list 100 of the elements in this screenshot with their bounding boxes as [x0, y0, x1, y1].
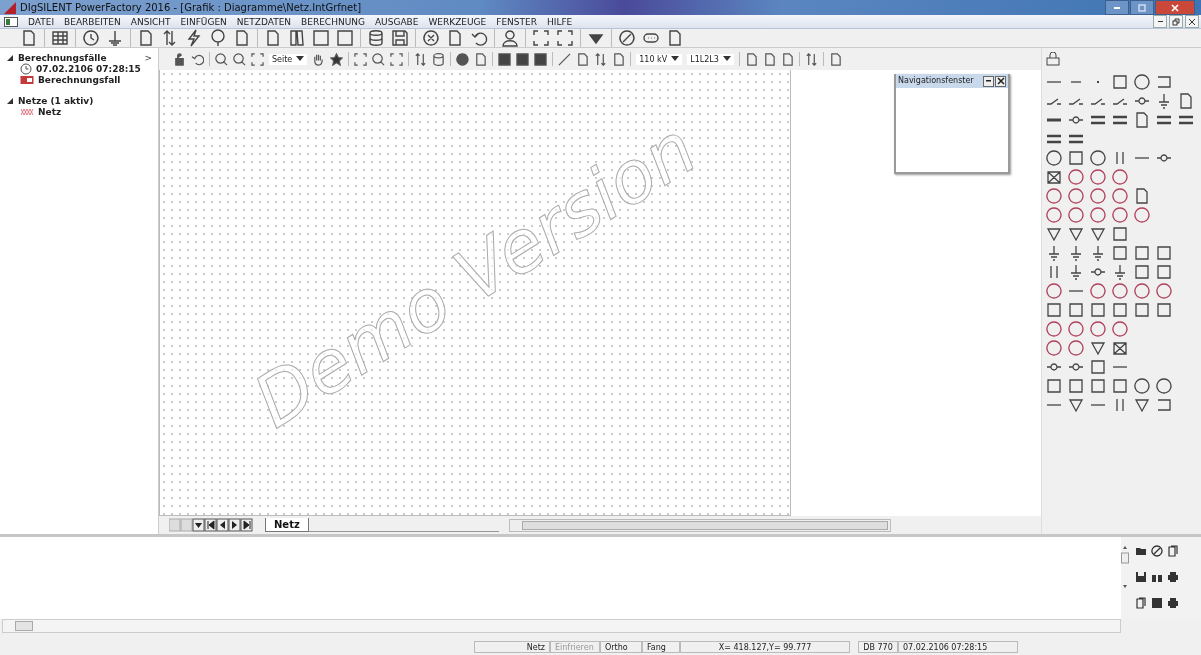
- folder-icon[interactable]: [1135, 545, 1147, 557]
- square-icon[interactable]: [1068, 149, 1084, 166]
- square-icon[interactable]: [1156, 301, 1172, 318]
- circle-icon[interactable]: [1112, 282, 1128, 299]
- save-icon[interactable]: [391, 29, 409, 47]
- circle-icon[interactable]: [1134, 73, 1150, 90]
- tree-item[interactable]: 07.02.2106 07:28:15: [36, 63, 141, 74]
- triangle-icon[interactable]: [1090, 225, 1106, 242]
- book-icon[interactable]: [288, 29, 306, 47]
- circle-icon[interactable]: [1046, 206, 1062, 223]
- triangle-icon[interactable]: [1046, 225, 1062, 242]
- lock-icon[interactable]: [173, 52, 186, 66]
- circle-icon[interactable]: [1090, 282, 1106, 299]
- circle-icon[interactable]: [1068, 339, 1084, 356]
- circle-icon[interactable]: [1046, 187, 1062, 204]
- tree-item[interactable]: Berechnungsfälle: [18, 52, 107, 63]
- circle-icon[interactable]: [1134, 377, 1150, 394]
- collapse-toggle[interactable]: >: [144, 52, 152, 63]
- crossed-box-icon[interactable]: [1046, 168, 1062, 185]
- ground-icon[interactable]: [1068, 244, 1084, 261]
- square-icon[interactable]: [1046, 301, 1062, 318]
- circle-icon[interactable]: [1046, 320, 1062, 337]
- lock-icon[interactable]: [1046, 52, 1060, 66]
- bracket-icon[interactable]: [1156, 396, 1172, 413]
- circle-icon[interactable]: [1046, 282, 1062, 299]
- square-icon[interactable]: [1068, 301, 1084, 318]
- table-icon[interactable]: [51, 29, 69, 47]
- circle-icon[interactable]: [1046, 339, 1062, 356]
- undo-icon[interactable]: [470, 29, 488, 47]
- document-icon[interactable]: [1178, 92, 1194, 109]
- circle-icon[interactable]: [1112, 187, 1128, 204]
- square-icon[interactable]: [516, 52, 530, 66]
- horizontal-scrollbar[interactable]: [2, 619, 1121, 633]
- document-icon[interactable]: [1134, 187, 1150, 204]
- square-icon[interactable]: [1112, 225, 1128, 242]
- square-icon[interactable]: [1112, 377, 1128, 394]
- frame-icon[interactable]: [532, 29, 550, 47]
- square-icon[interactable]: [1046, 377, 1062, 394]
- star-icon[interactable]: [330, 52, 344, 66]
- square-icon[interactable]: [1112, 73, 1128, 90]
- circle-icon[interactable]: [1134, 206, 1150, 223]
- square-icon[interactable]: [312, 29, 330, 47]
- square-icon[interactable]: [336, 29, 354, 47]
- square-icon[interactable]: [1156, 244, 1172, 261]
- circle-icon[interactable]: [1112, 206, 1128, 223]
- triangle-icon[interactable]: [1068, 396, 1084, 413]
- undo-icon[interactable]: [191, 52, 204, 66]
- square-icon[interactable]: [1156, 263, 1172, 280]
- cancel-icon[interactable]: [422, 29, 440, 47]
- page-dropdown[interactable]: Seite: [269, 53, 308, 65]
- circle-icon[interactable]: [1068, 168, 1084, 185]
- ground-icon[interactable]: [1068, 263, 1084, 280]
- square-icon[interactable]: [1090, 301, 1106, 318]
- ground-icon[interactable]: [106, 29, 124, 47]
- circle-icon[interactable]: [1068, 187, 1084, 204]
- minimize-button[interactable]: [983, 75, 994, 87]
- square-icon[interactable]: [1068, 377, 1084, 394]
- minimize-button[interactable]: [1153, 15, 1167, 28]
- menu-item[interactable]: ANSICHT: [130, 16, 171, 27]
- horizontal-scrollbar[interactable]: [508, 518, 891, 532]
- circle-icon[interactable]: [1156, 377, 1172, 394]
- menu-item[interactable]: FENSTER: [496, 16, 537, 27]
- database-icon[interactable]: [367, 29, 385, 47]
- frame-icon[interactable]: [556, 29, 574, 47]
- expanded-arrow-icon[interactable]: [6, 96, 14, 105]
- database-icon[interactable]: [432, 52, 446, 66]
- phase-dropdown[interactable]: L1L2L3: [687, 53, 734, 65]
- crossed-box-icon[interactable]: [1112, 339, 1128, 356]
- menu-item[interactable]: BERECHNUNG: [301, 16, 365, 27]
- ground-icon[interactable]: [1156, 92, 1172, 109]
- frame-icon[interactable]: [390, 52, 404, 66]
- ground-icon[interactable]: [1046, 244, 1062, 261]
- circle-icon[interactable]: [1112, 320, 1128, 337]
- circle-icon[interactable]: [1090, 168, 1106, 185]
- circle-icon[interactable]: [1068, 206, 1084, 223]
- square-icon[interactable]: [1112, 244, 1128, 261]
- triangle-icon[interactable]: [1068, 225, 1084, 242]
- square-icon[interactable]: [1134, 301, 1150, 318]
- frame-icon[interactable]: [251, 52, 264, 66]
- square-icon[interactable]: [498, 52, 512, 66]
- tree-item[interactable]: Netze (1 aktiv): [18, 95, 94, 106]
- triangle-icon[interactable]: [1134, 396, 1150, 413]
- save-icon[interactable]: [1135, 571, 1147, 583]
- circle-icon[interactable]: [1090, 149, 1106, 166]
- circle-icon[interactable]: [1068, 320, 1084, 337]
- minimize-button[interactable]: [1105, 0, 1129, 15]
- expanded-arrow-icon[interactable]: [6, 53, 14, 62]
- search-icon[interactable]: [372, 52, 386, 66]
- menu-item[interactable]: WERKZEUGE: [428, 16, 487, 27]
- circle-icon[interactable]: [1112, 168, 1128, 185]
- lightning-icon[interactable]: [185, 29, 203, 47]
- menu-item[interactable]: DATEI: [28, 16, 55, 27]
- tree-item[interactable]: Berechnungsfall: [38, 74, 121, 85]
- circle-icon[interactable]: [1156, 282, 1172, 299]
- hand-icon[interactable]: [312, 52, 326, 66]
- square-icon[interactable]: [1090, 377, 1106, 394]
- square-icon[interactable]: [1090, 358, 1106, 375]
- circle-icon[interactable]: [1090, 206, 1106, 223]
- document-icon[interactable]: [1167, 545, 1179, 557]
- line-icon[interactable]: [558, 52, 572, 66]
